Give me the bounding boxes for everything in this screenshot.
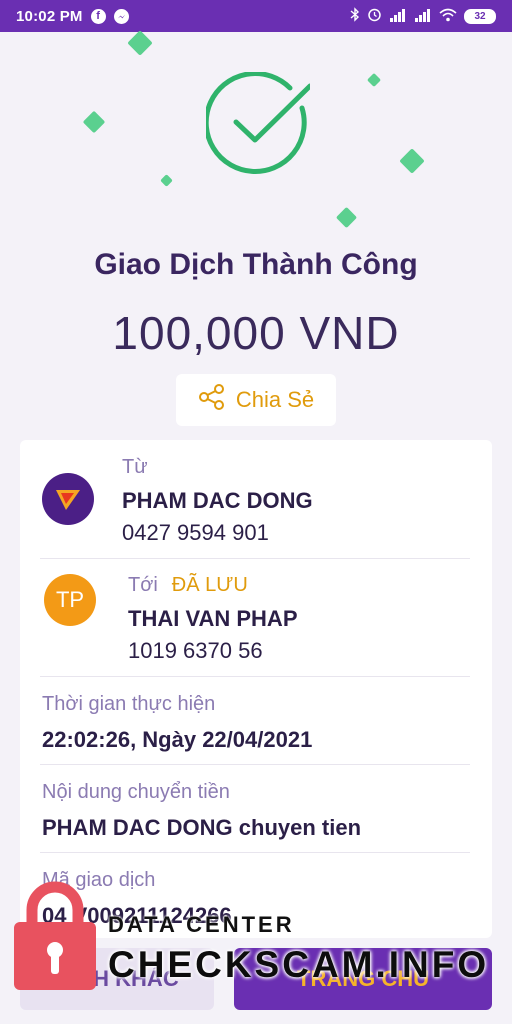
success-illustration bbox=[0, 30, 512, 252]
sender-account: 0427 9594 901 bbox=[122, 520, 269, 545]
alarm-icon bbox=[367, 7, 382, 25]
page-title: Giao Dịch Thành Công bbox=[94, 248, 418, 281]
sender-name: PHAM DAC DONG bbox=[122, 488, 313, 513]
divider bbox=[40, 676, 470, 677]
success-check-icon bbox=[206, 72, 310, 174]
recipient-name: THAI VAN PHAP bbox=[128, 606, 298, 631]
bank-logo-icon bbox=[42, 473, 94, 525]
lock-icon bbox=[14, 881, 96, 990]
avatar: TP bbox=[44, 574, 96, 626]
share-button[interactable]: Chia Sẻ bbox=[176, 374, 336, 426]
transaction-details-card: Từ PHAM DAC DONG 0427 9594 901 TP Tới ĐÃ … bbox=[20, 440, 492, 938]
recipient-label-row: Tới ĐÃ LƯU bbox=[128, 574, 248, 597]
sparkle-icon bbox=[366, 72, 382, 88]
sparkle-icon bbox=[335, 206, 358, 229]
status-icons: 32 bbox=[350, 7, 496, 25]
sender-label: Từ bbox=[122, 456, 148, 478]
wifi-icon bbox=[439, 8, 457, 25]
sender-section: Từ PHAM DAC DONG 0427 9594 901 bbox=[20, 440, 492, 558]
watermark-title: CHECKSCAM.INFO bbox=[108, 944, 490, 985]
content-value: PHAM DAC DONG chuyen tien bbox=[42, 815, 362, 840]
content-label: Nội dung chuyển tiền bbox=[42, 781, 230, 803]
sparkle-icon bbox=[82, 110, 106, 134]
recipient-section: TP Tới ĐÃ LƯU THAI VAN PHAP 1019 6370 56 bbox=[20, 558, 492, 676]
transaction-amount: 100,000 VND bbox=[112, 307, 400, 359]
divider bbox=[40, 764, 470, 765]
bluetooth-icon bbox=[350, 7, 360, 25]
status-time: 10:02 PM bbox=[16, 7, 83, 25]
signal-icon bbox=[414, 8, 432, 25]
share-icon bbox=[198, 384, 226, 416]
signal-icon bbox=[389, 8, 407, 25]
sparkle-icon bbox=[127, 30, 153, 56]
saved-badge: ĐÃ LƯU bbox=[171, 574, 248, 596]
share-label: Chia Sẻ bbox=[235, 387, 315, 412]
messenger-icon bbox=[113, 8, 129, 24]
divider bbox=[40, 852, 470, 853]
recipient-label: Tới bbox=[128, 574, 158, 596]
time-label: Thời gian thực hiện bbox=[42, 693, 216, 715]
status-bar: 10:02 PM f 32 bbox=[0, 0, 512, 32]
sparkle-icon bbox=[399, 148, 425, 174]
sparkle-icon bbox=[160, 174, 173, 187]
facebook-icon: f bbox=[90, 8, 106, 24]
watermark-subtitle: DATA CENTER bbox=[108, 912, 295, 937]
battery-icon: 32 bbox=[464, 8, 496, 24]
recipient-account: 1019 6370 56 bbox=[128, 638, 263, 663]
time-value: 22:02:26, Ngày 22/04/2021 bbox=[42, 727, 313, 752]
